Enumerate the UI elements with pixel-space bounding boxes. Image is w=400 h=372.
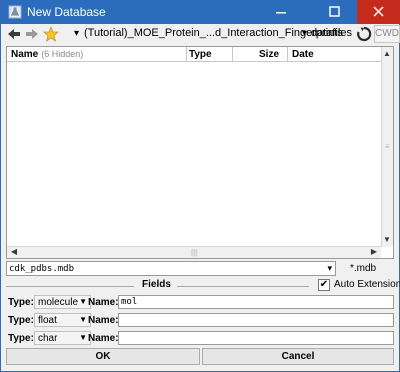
scroll-grip[interactable]: ≡ (385, 143, 390, 151)
column-divider[interactable] (287, 47, 288, 62)
maximize-button[interactable] (318, 0, 352, 24)
fields-header: Fields ✔ Auto Extension (6, 279, 400, 293)
maximize-icon (329, 6, 340, 17)
ok-button[interactable]: OK (6, 348, 200, 365)
name-label: Name: (88, 333, 119, 344)
type-value: char (38, 333, 58, 344)
type-select[interactable]: char ▼ (34, 331, 91, 345)
type-label: Type: (8, 297, 34, 308)
chevron-down-icon: ▼ (79, 315, 87, 324)
field-name-input[interactable] (118, 313, 394, 327)
subfolder-dropdown-arrow[interactable]: ▾ (302, 28, 307, 39)
fields-title: Fields (142, 279, 171, 290)
type-label: Type: (8, 315, 34, 326)
filename-combobox[interactable]: ▾ (6, 261, 336, 276)
field-name-input[interactable] (118, 331, 394, 345)
type-value: molecule (38, 297, 79, 308)
flask-icon (8, 5, 22, 19)
close-button[interactable] (357, 0, 400, 24)
field-row: Type: float ▼ Name: (6, 313, 394, 328)
file-list[interactable]: Name (6 Hidden) Type Size Date ▲ ≡ ▼ ◀ ||… (6, 46, 394, 259)
divider (6, 286, 134, 287)
scroll-right-icon[interactable]: ▶ (369, 247, 379, 257)
column-divider[interactable] (186, 47, 187, 62)
refresh-icon[interactable] (356, 26, 372, 42)
subfolder-breadcrumb[interactable]: datafiles (311, 27, 352, 39)
arrow-right-icon[interactable] (24, 26, 40, 42)
type-label: Type: (8, 333, 34, 344)
name-label: Name: (88, 315, 119, 326)
divider (177, 286, 309, 287)
column-divider[interactable] (232, 47, 233, 62)
path-toolbar: ▾ (Tutorial)_MOE_Protein_...d_Interactio… (6, 24, 400, 44)
arrow-left-icon[interactable] (6, 26, 22, 42)
close-icon (373, 6, 384, 17)
type-value: float (38, 315, 57, 326)
title-bar: New Database (0, 0, 400, 24)
dialog-buttons: OK Cancel (6, 348, 394, 365)
auto-extension-checkbox[interactable]: ✔ (318, 279, 330, 291)
scroll-down-icon[interactable]: ▼ (382, 235, 392, 245)
auto-extension-label: Auto Extension (334, 279, 400, 290)
minimize-icon (276, 12, 286, 14)
cancel-button[interactable]: Cancel (202, 348, 394, 365)
cwd-button[interactable]: CWD (374, 25, 400, 43)
field-row: Type: char ▼ Name: (6, 331, 394, 346)
name-label: Name: (88, 297, 119, 308)
window-title: New Database (27, 5, 106, 19)
hidden-count: (6 Hidden) (41, 49, 84, 59)
type-select[interactable]: float ▼ (34, 313, 91, 327)
horizontal-scrollbar[interactable]: ◀ ||| ▶ (7, 246, 381, 258)
extension-label: *.mdb (350, 263, 377, 274)
column-header-size[interactable]: Size (259, 49, 279, 60)
filename-input[interactable] (9, 262, 319, 275)
column-header-name[interactable]: Name (6 Hidden) (11, 49, 83, 60)
chevron-down-icon: ▼ (79, 297, 87, 306)
chevron-down-icon: ▼ (79, 333, 87, 342)
star-icon[interactable] (43, 26, 59, 42)
column-header-type[interactable]: Type (189, 49, 212, 60)
scroll-left-icon[interactable]: ◀ (9, 247, 19, 257)
chevron-down-icon[interactable]: ▾ (327, 263, 332, 274)
field-name-input[interactable]: mol (118, 295, 394, 309)
vertical-scrollbar[interactable]: ▲ ≡ ▼ (381, 47, 393, 247)
field-row: Type: molecule ▼ Name: mol (6, 295, 394, 310)
file-list-header: Name (6 Hidden) Type Size Date (7, 47, 383, 62)
type-select[interactable]: molecule ▼ (34, 295, 91, 309)
scroll-up-icon[interactable]: ▲ (382, 49, 392, 59)
minimize-button[interactable] (264, 0, 298, 24)
path-dropdown-arrow[interactable]: ▾ (74, 28, 79, 39)
scroll-grip[interactable]: ||| (191, 249, 197, 257)
column-header-date[interactable]: Date (292, 49, 314, 60)
auto-extension-toggle[interactable]: ✔ Auto Extension (316, 279, 400, 293)
